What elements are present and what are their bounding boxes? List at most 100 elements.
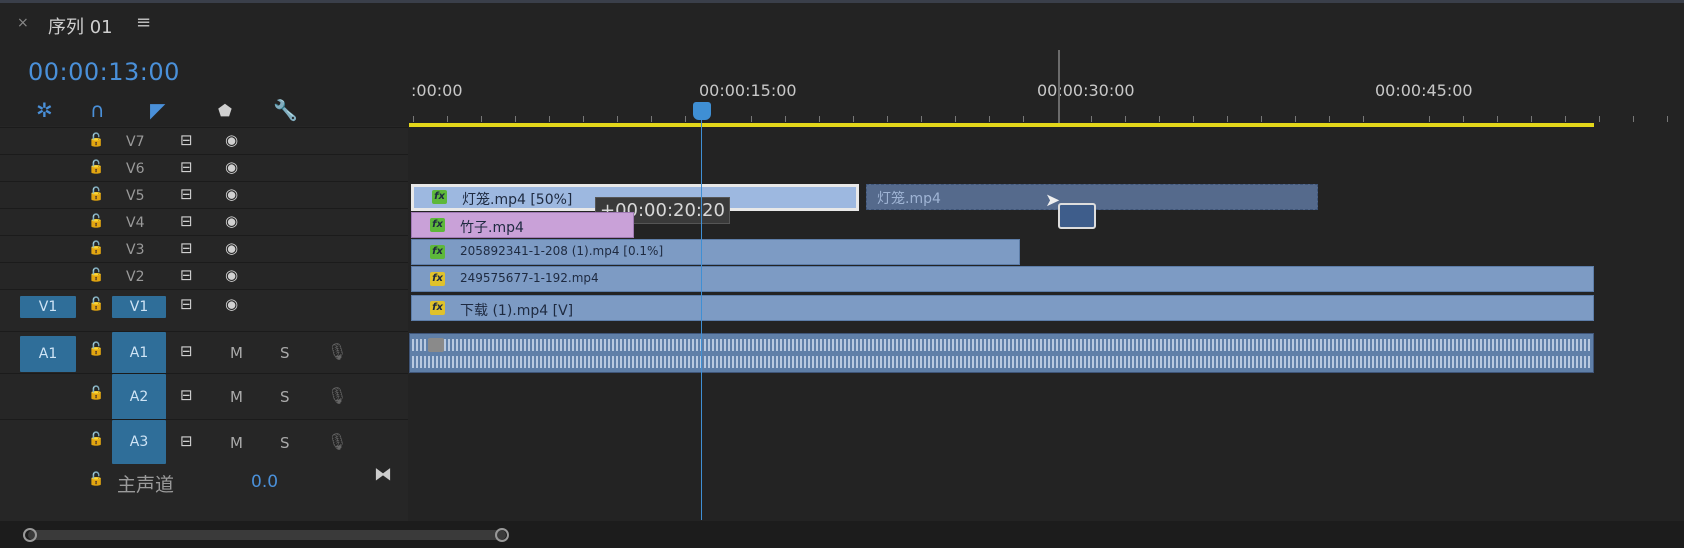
track-target-a2[interactable]: A2 <box>112 374 166 420</box>
clip-label: 灯笼.mp4 <box>877 191 941 207</box>
track-row-v2: 🔓 V2 ⊟ ◉ <box>0 262 408 290</box>
ruler-label-0: :00:00 <box>411 81 463 100</box>
lock-icon[interactable]: 🔓 <box>88 472 104 487</box>
mic-icon[interactable]: 🎙 <box>327 386 347 405</box>
track-row-v5: 🔓 V5 ⊟ ◉ <box>0 181 408 209</box>
clip-bamboo[interactable]: fx 竹子.mp4 <box>411 212 634 238</box>
tab-close-button[interactable]: × <box>17 15 29 31</box>
solo-button[interactable]: S <box>280 434 290 452</box>
ruler-tick <box>583 116 584 122</box>
track-row-v1: V1 🔓 V1 ⊟ ◉ <box>0 289 408 324</box>
linked-selection-icon[interactable]: ◤ <box>150 98 165 122</box>
ruler-tick <box>549 116 550 122</box>
track-row-v3: 🔓 V3 ⊟ ◉ <box>0 235 408 263</box>
lock-icon[interactable]: 🔓 <box>88 432 104 447</box>
eye-icon[interactable]: ◉ <box>225 295 238 313</box>
eye-icon[interactable]: ◉ <box>225 158 238 176</box>
snap-magnet-icon[interactable]: ∩ <box>90 98 105 122</box>
lock-icon[interactable]: 🔓 <box>88 133 104 148</box>
ruler-tick <box>887 116 888 122</box>
clip-label: 205892341-1-208 (1).mp4 [0.1%] <box>460 244 664 258</box>
ruler-tick <box>447 116 448 122</box>
clip-download-v[interactable]: fx 下载 (1).mp4 [V] <box>411 295 1594 321</box>
playhead-timecode[interactable]: 00:00:13:00 <box>28 58 180 86</box>
track-name-v2: V2 <box>126 269 145 285</box>
toggle-sync-lock-icon[interactable]: ⊟ <box>180 158 193 176</box>
lock-icon[interactable]: 🔓 <box>88 268 104 283</box>
mic-icon[interactable]: 🎙 <box>327 432 347 451</box>
track-target-a1[interactable]: A1 <box>112 332 166 374</box>
lock-icon[interactable]: 🔓 <box>88 297 104 312</box>
timeline-settings-wrench-icon[interactable]: 🔧 <box>273 98 298 122</box>
lock-icon[interactable]: 🔓 <box>88 386 104 401</box>
insert-sequence-as-nest-icon[interactable]: ✲ <box>36 98 53 122</box>
lock-icon[interactable]: 🔓 <box>88 160 104 175</box>
solo-button[interactable]: S <box>280 388 290 406</box>
toggle-sync-lock-icon[interactable]: ⊟ <box>180 131 193 149</box>
track-name-v6: V6 <box>126 161 145 177</box>
eye-icon[interactable]: ◉ <box>225 131 238 149</box>
work-area-bar[interactable] <box>409 123 1594 127</box>
track-name-v3: V3 <box>126 242 145 258</box>
playhead-line <box>701 120 702 520</box>
ripple-trim-cursor-icon <box>1058 203 1096 229</box>
source-patch-a1[interactable]: A1 <box>20 336 76 372</box>
toggle-sync-lock-icon[interactable]: ⊟ <box>180 185 193 203</box>
eye-icon[interactable]: ◉ <box>225 266 238 284</box>
zoom-handle-right-icon[interactable] <box>495 528 509 542</box>
ruler-tick <box>1023 116 1024 122</box>
go-to-out-point-icon[interactable]: ⧓ <box>374 464 392 485</box>
lock-icon[interactable]: 🔓 <box>88 187 104 202</box>
track-target-v1[interactable]: V1 <box>112 296 166 318</box>
ruler-tick <box>1329 116 1330 122</box>
clip-label: 下载 (1).mp4 [V] <box>460 303 574 319</box>
source-patch-v1[interactable]: V1 <box>20 296 76 318</box>
clip-205892341[interactable]: fx 205892341-1-208 (1).mp4 [0.1%] <box>411 239 1020 265</box>
mute-button[interactable]: M <box>230 434 243 452</box>
ruler-label-15: 00:00:15:00 <box>699 81 797 100</box>
toggle-sync-lock-icon[interactable]: ⊟ <box>180 239 193 257</box>
zoom-handle-left-icon[interactable] <box>23 528 37 542</box>
toggle-sync-lock-icon[interactable]: ⊟ <box>180 295 193 313</box>
master-volume-value[interactable]: 0.0 <box>251 472 278 492</box>
ruler-tick <box>751 116 752 122</box>
panel-menu-icon[interactable]: ≡ <box>136 12 151 33</box>
ruler-tick <box>1463 116 1464 122</box>
toggle-sync-lock-icon[interactable]: ⊟ <box>180 212 193 230</box>
lock-icon[interactable]: 🔓 <box>88 342 104 357</box>
track-row-v6: 🔓 V6 ⊟ ◉ <box>0 154 408 182</box>
ruler-tick <box>1633 116 1634 122</box>
playhead-handle-icon[interactable] <box>693 102 711 120</box>
scrollbar-thumb[interactable] <box>28 530 506 540</box>
ruler-tick <box>989 116 990 122</box>
toggle-sync-lock-icon[interactable]: ⊟ <box>180 342 193 360</box>
eye-icon[interactable]: ◉ <box>225 212 238 230</box>
track-name-v7: V7 <box>126 134 145 150</box>
ruler-label-45: 00:00:45:00 <box>1375 81 1473 100</box>
clip-249575677[interactable]: fx 249575677-1-192.mp4 <box>411 266 1594 292</box>
toggle-sync-lock-icon[interactable]: ⊟ <box>180 386 193 404</box>
lock-icon[interactable]: 🔓 <box>88 214 104 229</box>
tab-sequence-title[interactable]: 序列 01 <box>48 13 113 39</box>
clip-label: 249575677-1-192.mp4 <box>460 271 599 285</box>
toggle-sync-lock-icon[interactable]: ⊟ <box>180 266 193 284</box>
mic-icon[interactable]: 🎙 <box>327 342 347 361</box>
mute-button[interactable]: M <box>230 344 243 362</box>
tab-bar <box>0 3 1684 47</box>
ruler-tick <box>1599 116 1600 122</box>
mute-button[interactable]: M <box>230 388 243 406</box>
ruler-tick <box>955 116 956 122</box>
audio-waveform-bottom <box>412 356 1590 368</box>
track-target-a3[interactable]: A3 <box>112 420 166 464</box>
lock-icon[interactable]: 🔓 <box>88 241 104 256</box>
track-row-v4: 🔓 V4 ⊟ ◉ <box>0 208 408 236</box>
eye-icon[interactable]: ◉ <box>225 239 238 257</box>
fx-badge-icon: fx <box>430 272 445 286</box>
solo-button[interactable]: S <box>280 344 290 362</box>
add-marker-icon[interactable]: ⬟ <box>218 101 232 120</box>
ruler-tick <box>819 116 820 122</box>
toggle-sync-lock-icon[interactable]: ⊟ <box>180 432 193 450</box>
eye-icon[interactable]: ◉ <box>225 185 238 203</box>
ruler-tick <box>1497 116 1498 122</box>
fx-badge-icon: fx <box>430 245 445 259</box>
